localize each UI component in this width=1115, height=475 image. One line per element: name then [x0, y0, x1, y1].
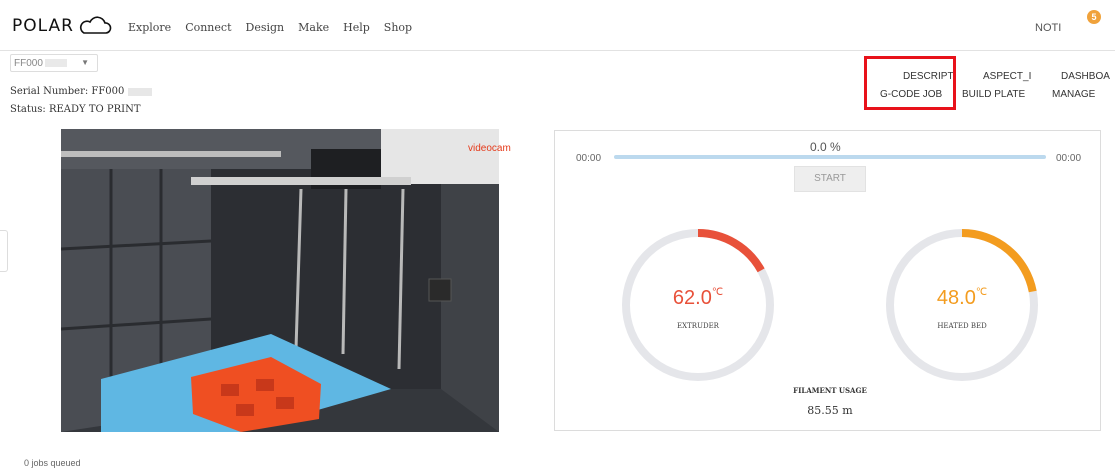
redaction-mask — [44, 59, 67, 67]
extruder-gauge: 62.0℃ EXTRUDER — [618, 225, 778, 385]
nav-design[interactable]: Design — [246, 21, 285, 34]
cloud-icon — [79, 16, 112, 34]
highlight-box — [864, 56, 956, 110]
bed-temp-value: 48.0 — [936, 287, 976, 309]
chevron-down-icon: ▼ — [81, 58, 89, 67]
bed-label: HEATED BED — [937, 322, 987, 330]
webcam-feed — [61, 129, 499, 432]
bed-temp: 48.0℃ — [882, 287, 1042, 310]
nav-help[interactable]: Help — [343, 21, 370, 34]
sidebar-toggle[interactable] — [0, 230, 8, 272]
logo-text: POLAR — [12, 16, 74, 36]
elapsed-time: 00:00 — [576, 153, 602, 164]
bed-gauge: 48.0℃ HEATED BED — [882, 225, 1042, 385]
extruder-temp-unit: ℃ — [711, 287, 724, 298]
tab-manage[interactable]: MANAGE — [1052, 89, 1095, 100]
filament-usage-value: 85.55 m — [807, 404, 853, 417]
nav-connect[interactable]: Connect — [185, 21, 231, 34]
main-nav: Explore Connect Design Make Help Shop — [128, 21, 426, 34]
printer-status: Status: READY TO PRINT — [10, 104, 141, 115]
progress-percent: 0.0 % — [810, 140, 841, 154]
nav-shop[interactable]: Shop — [384, 21, 412, 34]
tab-build-plate[interactable]: BUILD PLATE — [962, 89, 1025, 100]
printer-select[interactable]: FF000 ▼ — [10, 54, 98, 72]
serial-number-text: Serial Number: FF000 — [10, 86, 125, 97]
progress-bar — [614, 155, 1046, 159]
extruder-temp-value: 62.0 — [672, 287, 712, 309]
notification-badge[interactable]: 5 — [1087, 10, 1101, 24]
tab-aspect[interactable]: ASPECT_I — [983, 71, 1031, 82]
bed-temp-unit: ℃ — [975, 287, 988, 298]
nav-make[interactable]: Make — [298, 21, 329, 34]
polar-logo[interactable]: POLAR — [12, 14, 112, 38]
tab-dashboard[interactable]: DASHBOA — [1061, 71, 1110, 82]
remaining-time: 00:00 — [1056, 153, 1082, 164]
filament-usage-label: FILAMENT USAGE — [793, 386, 867, 395]
printer-select-value: FF000 — [14, 57, 43, 69]
webcam-image — [61, 129, 499, 432]
nav-explore[interactable]: Explore — [128, 21, 171, 34]
start-button[interactable]: START — [794, 166, 866, 192]
serial-number: Serial Number: FF000 — [10, 86, 152, 97]
extruder-label: EXTRUDER — [677, 322, 719, 330]
redaction-mask — [127, 87, 152, 96]
webcam-label: videocam — [468, 143, 511, 154]
jobs-queued: 0 jobs queued — [24, 458, 81, 468]
extruder-temp: 62.0℃ — [618, 287, 778, 310]
notifications-link[interactable]: NOTI — [1035, 22, 1061, 34]
